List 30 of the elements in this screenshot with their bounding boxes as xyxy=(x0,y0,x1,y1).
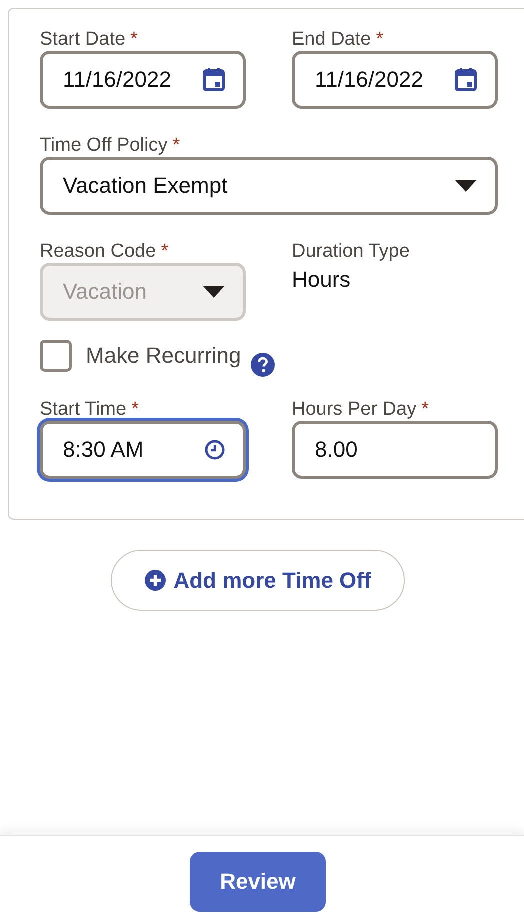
clock-icon[interactable] xyxy=(205,440,225,460)
dropdown[interactable]: Vacation Exempt xyxy=(40,157,498,215)
field-label: Hours Per Day xyxy=(292,399,417,421)
field-value: Hours xyxy=(292,267,352,293)
input-field[interactable]: 8.00 xyxy=(292,421,498,479)
field-label: Duration Type xyxy=(292,241,410,263)
required-mark: * xyxy=(130,29,138,51)
field-label: Reason Code xyxy=(40,241,156,263)
calendar-icon[interactable] xyxy=(203,68,225,92)
field-label: Start Date xyxy=(40,29,126,51)
add-time-off-button[interactable]: Add more Time Off xyxy=(111,550,405,611)
checkbox-label: Make Recurring xyxy=(86,343,242,369)
date-field[interactable]: 11/16/2022 xyxy=(40,51,246,109)
time-field[interactable]: 8:30 AM xyxy=(40,421,246,479)
field-label: End Date xyxy=(292,29,372,51)
field-label: Time Off Policy xyxy=(40,135,168,157)
required-mark: * xyxy=(376,29,384,51)
date-field[interactable]: 11/16/2022 xyxy=(292,51,498,109)
help-icon[interactable] xyxy=(251,353,276,377)
checkbox[interactable] xyxy=(40,340,72,372)
plus-circle-icon xyxy=(144,570,166,591)
required-mark: * xyxy=(132,399,139,421)
field-label: Start Time xyxy=(40,399,127,421)
caret-icon xyxy=(455,180,477,192)
caret-icon xyxy=(203,286,225,298)
required-mark: * xyxy=(172,135,180,157)
required-mark: * xyxy=(161,241,169,263)
calendar-icon[interactable] xyxy=(455,68,477,92)
required-mark: * xyxy=(422,399,430,421)
review-button[interactable]: Review xyxy=(190,852,326,912)
